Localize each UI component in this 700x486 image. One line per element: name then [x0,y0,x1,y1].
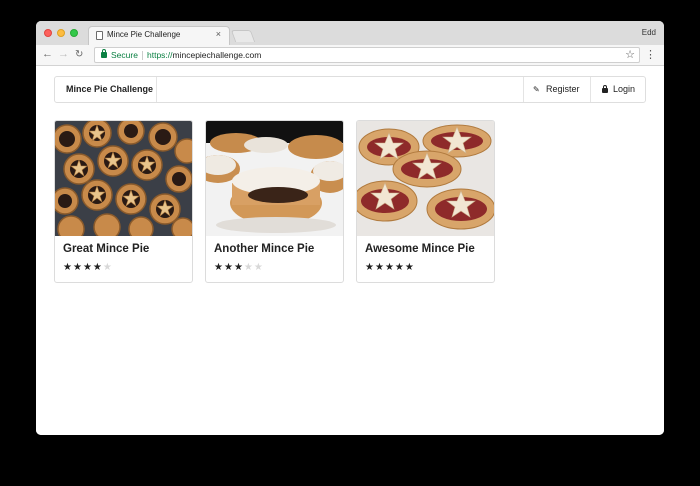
divider [142,51,143,60]
tab-title: Mince Pie Challenge [107,30,181,39]
maximize-window-button[interactable] [70,29,78,37]
page-content: Mince Pie Challenge ✎ Register Login Gre… [36,67,664,435]
browser-window: Mince Pie Challenge × Edd ← → ↻ Secure h… [36,21,664,435]
pie-title[interactable]: Great Mince Pie [63,243,149,255]
star-filled-icon: ★ [72,262,83,273]
browser-tab[interactable]: Mince Pie Challenge × [88,26,230,45]
close-window-button[interactable] [44,29,52,37]
star-rating: ★★★★★ [214,262,264,273]
padlock-icon [101,49,107,58]
pie-photo [357,121,494,236]
new-tab-button[interactable] [230,30,256,42]
pie-card[interactable]: Great Mince Pie ★★★★★ [54,120,193,283]
pie-title[interactable]: Awesome Mince Pie [365,243,475,255]
back-arrow-icon[interactable]: ← [42,48,53,60]
star-filled-icon: ★ [404,262,415,273]
secure-label: Secure [111,50,138,60]
star-filled-icon: ★ [92,262,103,273]
star-filled-icon: ★ [214,262,224,273]
minimize-window-button[interactable] [57,29,65,37]
star-empty-icon: ★ [243,262,254,273]
star-filled-icon: ★ [223,262,234,273]
pie-photo [206,121,343,236]
star-filled-icon: ★ [82,262,93,273]
star-filled-icon: ★ [233,262,244,273]
more-vert-icon[interactable]: ⋮ [645,48,656,61]
lock-icon [602,85,608,93]
login-link[interactable]: Login [590,77,645,102]
register-label: Register [546,84,580,94]
browser-toolbar: ← → ↻ Secure https://mincepiechallenge.c… [36,45,664,66]
pie-card[interactable]: Awesome Mince Pie ★★★★★ [356,120,495,283]
star-empty-icon: ★ [253,262,264,273]
star-rating: ★★★★★ [365,262,415,273]
star-bookmark-icon[interactable]: ☆ [625,48,635,61]
register-link[interactable]: ✎ Register [523,77,590,102]
reload-icon[interactable]: ↻ [75,49,83,60]
pie-title[interactable]: Another Mince Pie [214,243,314,255]
profile-name[interactable]: Edd [642,28,656,37]
star-filled-icon: ★ [374,262,385,273]
pencil-icon: ✎ [533,85,540,94]
pie-card[interactable]: Another Mince Pie ★★★★★ [205,120,344,283]
star-filled-icon: ★ [394,262,405,273]
login-label: Login [613,84,636,94]
star-empty-icon: ★ [102,262,113,273]
star-rating: ★★★★★ [63,262,113,273]
star-filled-icon: ★ [365,262,375,273]
site-brand[interactable]: Mince Pie Challenge [55,77,157,102]
site-navbar: Mince Pie Challenge ✎ Register Login [54,76,646,103]
pie-photo [55,121,192,236]
star-filled-icon: ★ [384,262,395,273]
star-filled-icon: ★ [63,262,73,273]
tab-close-icon[interactable]: × [216,29,221,39]
page-icon [96,31,103,40]
forward-arrow-icon[interactable]: → [58,48,69,60]
title-bar: Mince Pie Challenge × Edd [36,21,664,45]
url-text[interactable]: https://mincepiechallenge.com [147,50,261,60]
address-bar[interactable]: Secure https://mincepiechallenge.com ☆ [94,47,640,63]
